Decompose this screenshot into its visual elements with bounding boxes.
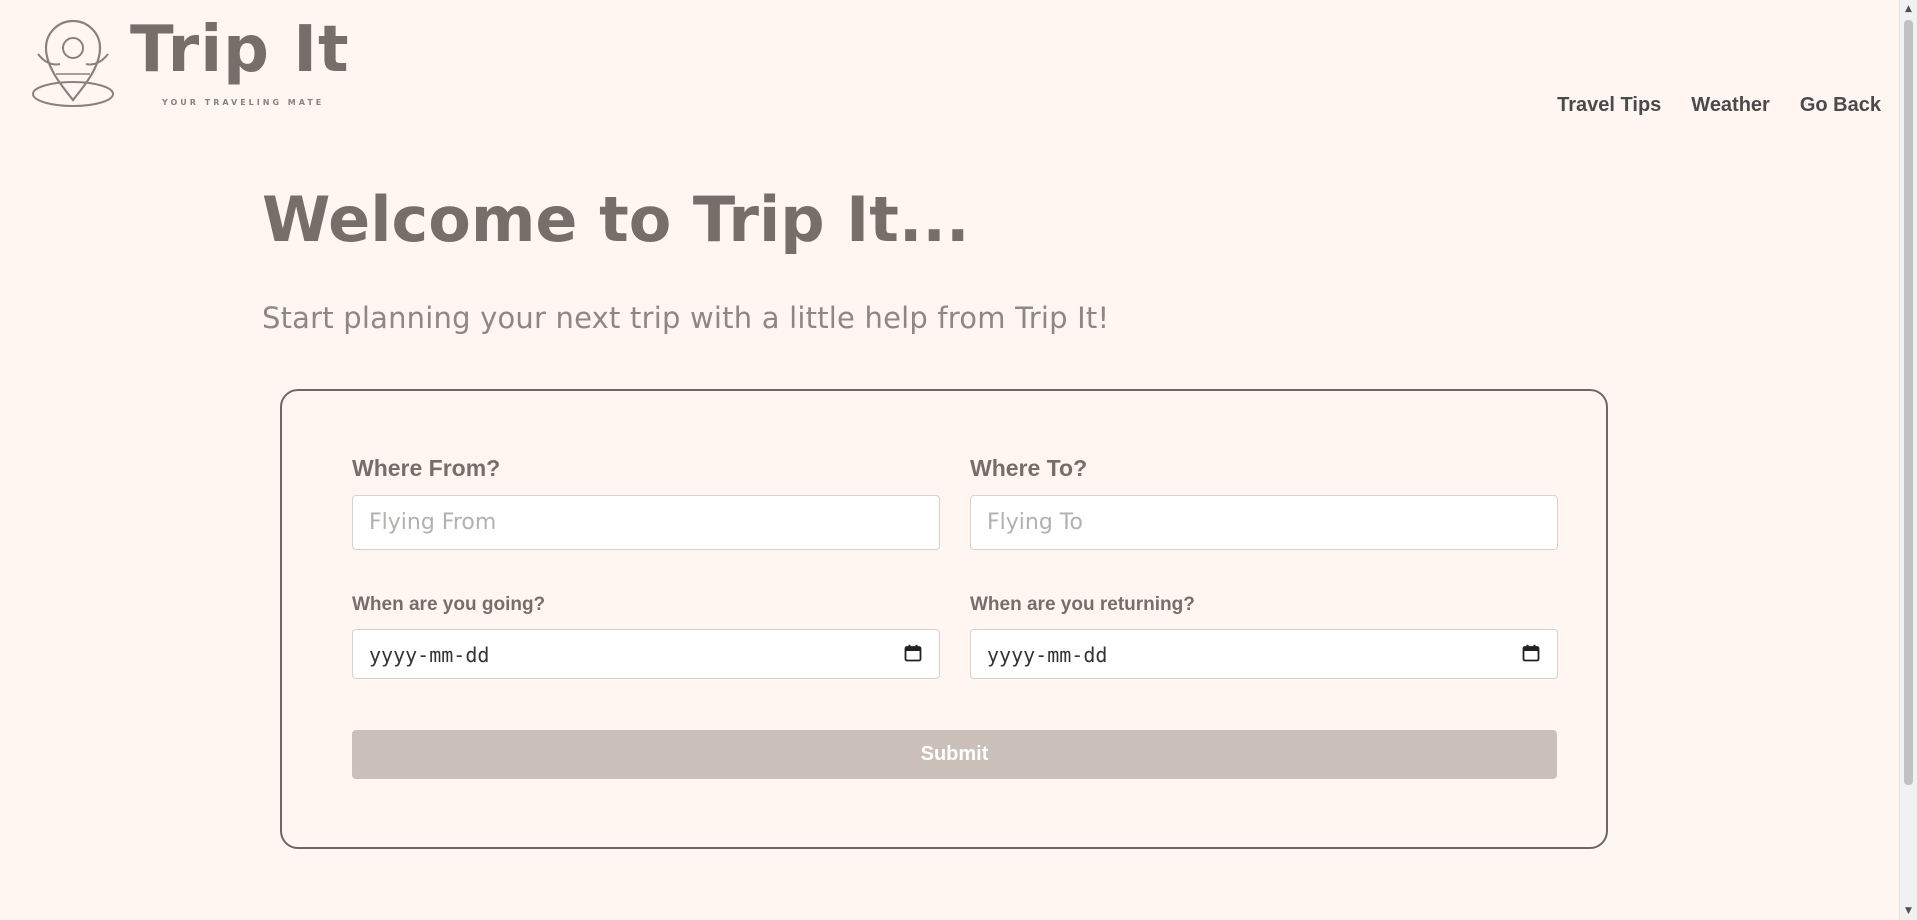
- nav-weather[interactable]: Weather: [1691, 94, 1770, 117]
- page-title: Welcome to Trip It...: [262, 183, 970, 256]
- return-date-label: When are you returning?: [970, 594, 1195, 615]
- return-date-input[interactable]: yyyy-mm-dd: [970, 629, 1558, 679]
- nav-travel-tips[interactable]: Travel Tips: [1557, 94, 1661, 117]
- logo-tagline: YOUR TRAVELING MATE: [162, 98, 325, 107]
- nav-go-back[interactable]: Go Back: [1800, 94, 1881, 117]
- return-date-wrapper: yyyy-mm-dd: [970, 629, 1558, 679]
- submit-button[interactable]: Submit: [352, 730, 1557, 779]
- calendar-icon[interactable]: [1522, 644, 1540, 662]
- top-nav: Travel Tips Weather Go Back: [1557, 94, 1881, 117]
- depart-date-input[interactable]: yyyy-mm-dd: [352, 629, 940, 679]
- from-field: Where From?: [352, 455, 940, 550]
- to-field: Where To?: [970, 455, 1558, 550]
- logo[interactable]: Trip It YOUR TRAVELING MATE: [30, 14, 350, 114]
- from-label: Where From?: [352, 455, 501, 481]
- scrollbar-thumb[interactable]: [1904, 20, 1913, 785]
- flying-from-input[interactable]: [352, 495, 940, 550]
- depart-date-label: When are you going?: [352, 594, 546, 615]
- calendar-icon[interactable]: [904, 644, 922, 662]
- return-date-field: When are you returning? yyyy-mm-dd: [970, 594, 1558, 679]
- logo-text: Trip It: [130, 13, 350, 87]
- page-subtitle: Start planning your next trip with a lit…: [262, 301, 1110, 335]
- depart-date-wrapper: yyyy-mm-dd: [352, 629, 940, 679]
- vertical-scrollbar[interactable]: ▲ ▼: [1899, 0, 1917, 920]
- flying-to-input[interactable]: [970, 495, 1558, 550]
- scroll-up-icon[interactable]: ▲: [1900, 2, 1917, 16]
- to-label: Where To?: [970, 455, 1088, 481]
- scroll-down-icon[interactable]: ▼: [1900, 904, 1917, 918]
- map-pin-person-icon: [32, 19, 114, 107]
- depart-date-field: When are you going? yyyy-mm-dd: [352, 594, 940, 679]
- trip-search-form: Where From? Where To? When are you going…: [280, 389, 1608, 849]
- page: Trip It YOUR TRAVELING MATE Travel Tips …: [0, 0, 1917, 920]
